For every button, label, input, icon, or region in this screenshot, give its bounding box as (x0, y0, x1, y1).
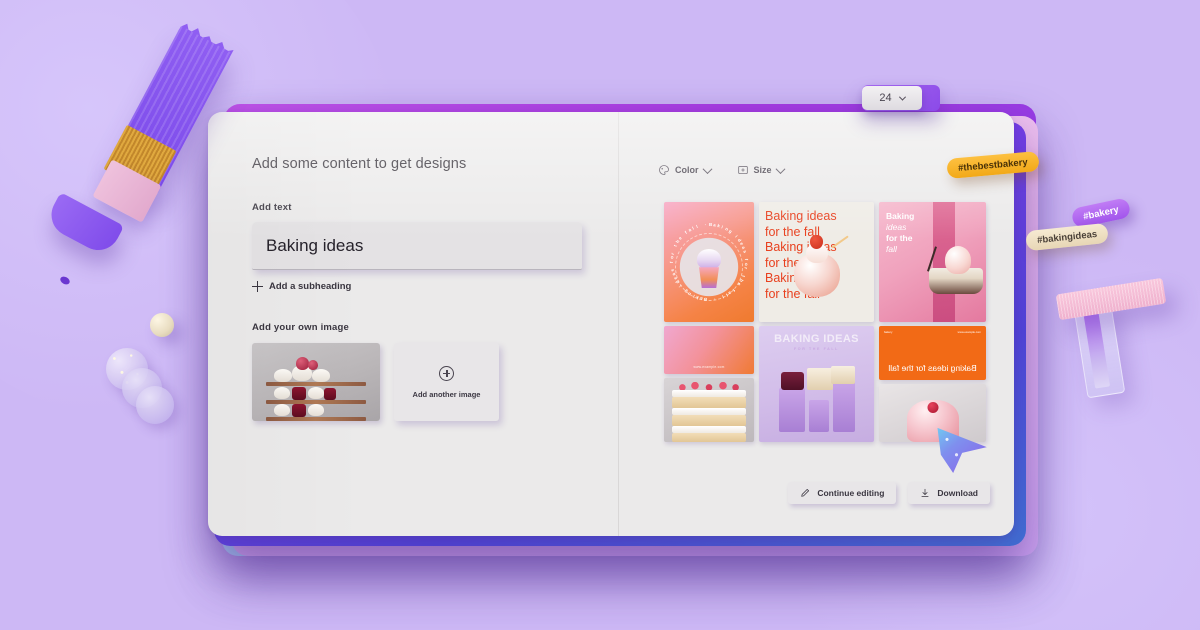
continue-editing-button[interactable]: Continue editing (788, 482, 897, 504)
brush-hang-hole (58, 275, 72, 286)
banner-url: www.example.com (693, 365, 725, 369)
color-filter-dropdown[interactable]: Color (658, 163, 712, 176)
pencil-icon (801, 489, 810, 497)
design-card-cupcake-circular-text[interactable]: Baking ideas for the fall · Baking ideas… (664, 202, 754, 322)
uploaded-image-thumbnail[interactable] (252, 343, 380, 421)
line-1: Baking (886, 211, 915, 221)
add-another-image-button[interactable]: Add another image (394, 343, 499, 421)
design-results-grid: Baking ideas for the fall · Baking ideas… (664, 202, 986, 442)
glitter-disc-3 (136, 386, 174, 424)
add-text-label: Add text (252, 202, 292, 213)
page-title: Add some content to get designs (252, 156, 467, 172)
add-subheading-button[interactable]: Add a subheading (252, 281, 618, 292)
design-card-layer-cake[interactable] (664, 378, 754, 442)
orange-banner-url: www.example.com (957, 330, 981, 334)
line-3: for the (886, 233, 913, 243)
pedestal-right (833, 382, 855, 432)
slice-cake (831, 366, 855, 384)
meringue-illustration (786, 235, 849, 303)
line-4: fall (886, 244, 897, 254)
plus-circle-icon (439, 365, 454, 381)
font-size-stepper[interactable]: 24 (862, 86, 922, 110)
dark-cake (781, 372, 804, 390)
orange-banner-headline: Baking ideas for the fall (888, 363, 977, 373)
line-2: ideas (886, 222, 907, 232)
text-input-wrapper (252, 222, 582, 270)
design-card-orange-banner[interactable]: bakery www.example.com Baking ideas for … (879, 326, 986, 380)
design-card-lilac-pedestals[interactable]: BAKING IDEAS FOR THE FALL (759, 326, 874, 442)
add-another-image-label: Add another image (412, 389, 481, 399)
orange-banner-brand: bakery (884, 330, 893, 334)
download-icon (921, 488, 929, 497)
design-card-gradient-banner[interactable]: www.example.com (664, 326, 754, 374)
orange-banner-meta: bakery www.example.com (884, 330, 981, 334)
plus-icon (252, 281, 263, 292)
results-actions: Continue editing Download (788, 482, 990, 504)
download-button[interactable]: Download (908, 482, 990, 504)
design-card-pink-meringue[interactable]: Baking ideas for the fall (879, 202, 986, 322)
palette-icon (659, 165, 669, 175)
content-input-pane: Add some content to get designs Add text… (208, 112, 618, 536)
cherry-icon (927, 402, 938, 413)
pedestal-mid (809, 400, 829, 432)
cream-sphere (150, 313, 174, 337)
image-thumbnail-row: Add another image (252, 343, 618, 421)
lilac-card-subtitle: FOR THE FALL (794, 347, 839, 351)
cupcake-illustration (694, 249, 724, 289)
pedestal-left (779, 388, 805, 432)
light-cake (807, 368, 833, 390)
continue-editing-label: Continue editing (817, 488, 885, 498)
designer-app-window: Add some content to get designs Add text… (208, 112, 1014, 536)
size-label: Size (753, 165, 772, 175)
design-card-jelly-cake[interactable] (879, 384, 986, 442)
meringue-swirl (945, 246, 971, 274)
lilac-card-title: BAKING IDEAS (774, 333, 859, 345)
promo-scene: Add some content to get designs Add text… (0, 0, 1200, 630)
resize-icon (737, 165, 748, 175)
download-label: Download (937, 488, 978, 498)
chevron-down-icon (898, 93, 906, 101)
add-image-label: Add your own image (252, 322, 350, 333)
add-subheading-label: Add a subheading (269, 281, 352, 292)
size-filter-dropdown[interactable]: Size (737, 163, 785, 176)
headline-text-input[interactable] (252, 222, 582, 270)
chevron-down-icon (775, 163, 785, 174)
chevron-down-icon (702, 163, 712, 174)
headline-line: Baking ideas (765, 209, 837, 223)
color-label: Color (675, 165, 699, 175)
stepper-value: 24 (879, 92, 892, 104)
design-card-repeated-headline[interactable]: Baking ideas for the fall Baking ideas for … (759, 202, 874, 322)
pink-card-text: Baking ideas for the fall (886, 211, 914, 255)
